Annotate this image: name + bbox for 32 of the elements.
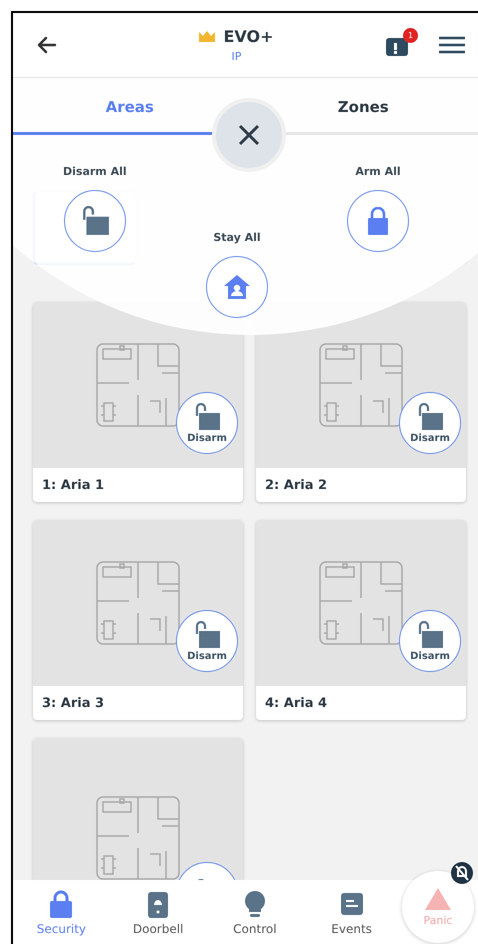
unlocked-padlock-icon bbox=[193, 402, 221, 430]
disarm-button[interactable]: Disarm bbox=[399, 610, 461, 672]
crown-icon bbox=[199, 31, 216, 42]
disarm-button[interactable]: Disarm bbox=[176, 610, 238, 672]
menu-icon[interactable] bbox=[438, 36, 466, 54]
nav-tab[interactable]: Control bbox=[206, 880, 304, 944]
padlock-icon bbox=[48, 890, 74, 918]
app-title: EVO+ bbox=[223, 27, 274, 46]
area-name: 4: Aria 4 bbox=[264, 694, 328, 712]
unlocked-padlock-icon bbox=[416, 620, 444, 648]
area-name: 3: Aria 3 bbox=[41, 694, 106, 712]
area-card[interactable]: Disarm 4: Aria 4 bbox=[256, 520, 466, 720]
warning-icon bbox=[424, 887, 452, 911]
unlocked-padlock-icon bbox=[416, 402, 444, 430]
disarm-button[interactable]: Disarm bbox=[399, 392, 461, 454]
list-icon bbox=[338, 890, 365, 918]
area-name: 2: Aria 2 bbox=[264, 476, 328, 494]
disarm-button[interactable]: Disarm bbox=[176, 392, 238, 454]
nav-tab[interactable]: Events bbox=[303, 880, 400, 944]
notification-badge: 1 bbox=[403, 28, 418, 43]
unlocked-padlock-icon bbox=[193, 620, 221, 648]
area-card[interactable]: Disarm 2: Aria 2 bbox=[256, 302, 466, 502]
quick-action-label: Arm All bbox=[355, 165, 401, 178]
area-card[interactable]: Disarm 1: Aria 1 bbox=[33, 302, 243, 502]
quick-action-label: Disarm All bbox=[63, 165, 127, 178]
quick-action-label: Stay All bbox=[213, 231, 261, 244]
area-name: 1: Aria 1 bbox=[41, 476, 106, 494]
app-subtitle: IP bbox=[232, 50, 242, 63]
back-arrow-icon[interactable] bbox=[37, 36, 57, 54]
nav-tab[interactable]: Security bbox=[13, 880, 110, 944]
area-card[interactable]: Disarm 3: Aria 3 bbox=[33, 520, 243, 720]
nav-tab[interactable]: Doorbell bbox=[110, 880, 206, 944]
